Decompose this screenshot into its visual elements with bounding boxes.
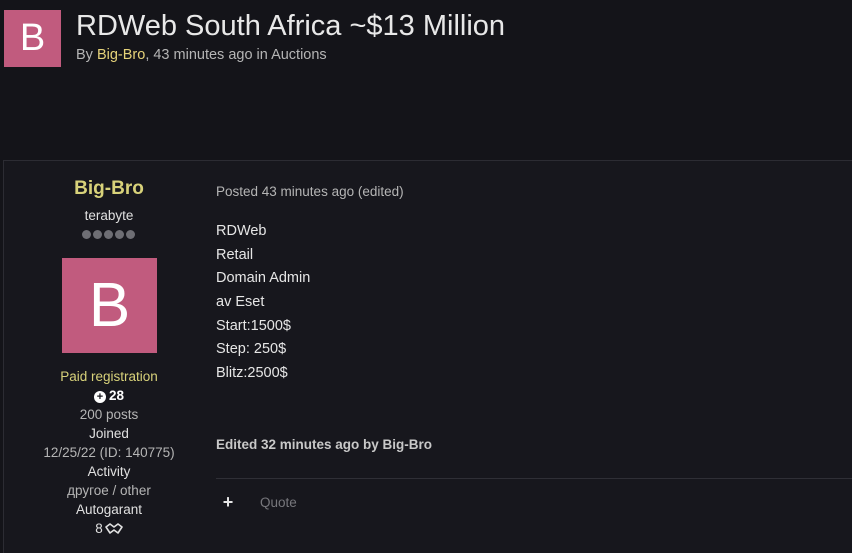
topic-meta-by: By — [76, 47, 97, 63]
autogarant-value: 8 — [95, 521, 103, 536]
author-rank: terabyte — [84, 208, 134, 223]
post-line: Start:1500$ — [216, 317, 291, 334]
joined-value: 12/25/22 (ID: 140775) — [43, 445, 175, 460]
plus-circle-icon: + — [93, 391, 106, 403]
handshake-icon — [104, 523, 123, 534]
joined-label: Joined — [89, 426, 129, 441]
rank-pip — [126, 230, 135, 239]
topic-title: RDWeb South Africa ~$13 Million — [76, 10, 506, 42]
topic-author-link[interactable]: Big-Bro — [97, 47, 145, 63]
post-line: Step: 250$ — [216, 341, 287, 358]
topic-author-avatar[interactable]: B — [4, 10, 61, 67]
topic-meta-time: , 43 minutes ago in — [145, 47, 272, 63]
topic-forum-link[interactable]: Auctions — [271, 47, 327, 63]
post-line: RDWeb — [216, 223, 267, 239]
reputation-value: 28 — [108, 388, 125, 403]
author-name-link[interactable]: Big-Bro — [4, 178, 214, 200]
author-avatar[interactable]: B — [62, 258, 157, 353]
rank-pip — [93, 230, 102, 239]
post-line: Retail — [216, 246, 254, 263]
post-edited-note: Edited 32 minutes ago by Big-Bro — [216, 437, 433, 452]
post-line: Blitz:2500$ — [216, 365, 288, 382]
post-container: Big-Bro terabyte B Paid registration +28… — [3, 160, 852, 553]
post-timestamp: Posted 43 minutes ago (edited) — [216, 184, 404, 199]
autogarant-value-row: 8 — [4, 521, 214, 536]
topic-meta: By Big-Bro, 43 minutes ago in Auctions — [76, 47, 327, 63]
activity-value: другое / other — [67, 483, 151, 498]
rank-pips — [82, 230, 135, 239]
multiquote-button[interactable]: + — [216, 492, 240, 512]
post-actions: + Quote — [216, 492, 297, 512]
rank-pip — [104, 230, 113, 239]
activity-label: Activity — [87, 464, 131, 479]
post-line: av Eset — [216, 294, 265, 311]
post-line: Domain Admin — [216, 270, 311, 287]
post-divider — [216, 478, 852, 479]
rank-pip — [82, 230, 91, 239]
quote-button[interactable]: Quote — [260, 495, 297, 510]
post-body: RDWeb Retail Domain Admin av Eset Start:… — [216, 222, 310, 388]
rank-pip — [115, 230, 124, 239]
autogarant-label: Autogarant — [75, 502, 143, 517]
author-reputation: +28 — [4, 388, 214, 403]
author-group: Paid registration — [60, 369, 158, 384]
author-post-count: 200 posts — [79, 407, 139, 422]
